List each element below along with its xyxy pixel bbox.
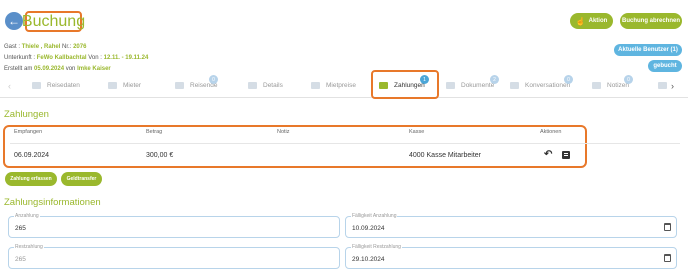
- booking-number: 2076: [73, 44, 87, 50]
- page-title: Buchung: [21, 12, 86, 30]
- user-icon: [108, 82, 117, 89]
- zahlung-erfassen-label: Zahlung erfassen: [10, 176, 52, 182]
- guest-info-line: Gast : Thiele , Rahel Nr.: 2076: [4, 44, 87, 50]
- restzahlung-value: 265: [15, 256, 26, 263]
- tab-notizen[interactable]: Notizen 0: [592, 75, 633, 89]
- anzahlung-value: 265: [15, 225, 26, 232]
- tab-mieter[interactable]: Mieter: [108, 82, 141, 89]
- created-date: 05.09.2024: [34, 66, 65, 72]
- table-header-divider: [10, 143, 680, 144]
- geldtransfer-label: Geldtransfer: [66, 176, 97, 182]
- calendar-icon[interactable]: [664, 254, 671, 262]
- faelligkeit-restzahlung-label: Fälligkeit Restzahlung: [351, 244, 402, 250]
- action-label: Aktion: [588, 18, 608, 24]
- tab-bar: ‹ Reisedaten Mieter Reisende 0 Details Mi…: [0, 75, 688, 98]
- zahlung-erfassen-button[interactable]: Zahlung erfassen: [5, 172, 57, 186]
- chat-icon: [510, 82, 519, 89]
- zahlungen-title: Zahlungen: [4, 109, 49, 120]
- restzahlung-field[interactable]: Restzahlung 265: [8, 244, 340, 269]
- col-betrag: Betrag: [146, 129, 163, 135]
- document-icon: [248, 82, 257, 89]
- row-betrag: 300,00 €: [146, 152, 174, 159]
- date-range: 12.11. - 19.11.24: [103, 55, 149, 61]
- tab-reisende-badge: 0: [209, 75, 218, 84]
- tab-mietpreise[interactable]: Mietpreise: [311, 82, 356, 89]
- faelligkeit-anzahlung-label: Fälligkeit Anzahlung: [351, 213, 398, 219]
- calendar-icon: [32, 82, 41, 89]
- tab-dokumente[interactable]: Dokumente 2: [446, 75, 499, 89]
- row-empfangen: 06.09.2024: [14, 152, 50, 159]
- payments-table-highlight: [3, 125, 587, 168]
- guest-name[interactable]: Thiele , Rahel: [22, 44, 61, 50]
- tab-details[interactable]: Details: [248, 82, 283, 89]
- calendar-icon[interactable]: [664, 223, 671, 231]
- tab-reisende[interactable]: Reisende 0: [175, 75, 218, 89]
- col-kasse: Kasse: [409, 129, 425, 135]
- created-info-line: Erstellt am 05.09.2024 von Imke Kaiser: [4, 66, 111, 72]
- active-tab-highlight: [371, 70, 439, 99]
- tab-reisedaten[interactable]: Reisedaten: [32, 82, 80, 89]
- restzahlung-label: Restzahlung: [14, 244, 44, 250]
- back-button[interactable]: ←: [5, 12, 23, 30]
- current-users-label: Aktuelle Benutzer (1): [618, 47, 678, 53]
- tab-konversationen[interactable]: Konversationen 0: [510, 75, 573, 89]
- more-icon: [658, 82, 667, 89]
- buchung-abrechnen-label: Buchung abrechnen: [621, 18, 680, 24]
- tab-dokumente-badge: 2: [490, 75, 499, 84]
- tabs-scroll-right-icon[interactable]: ›: [671, 81, 674, 91]
- tab-konversationen-badge: 0: [564, 75, 573, 84]
- arrow-left-icon: ←: [8, 14, 20, 28]
- file-icon: [446, 82, 455, 89]
- created-by: Imke Kaiser: [77, 66, 111, 72]
- users-icon: [175, 82, 184, 89]
- current-users-button[interactable]: Aktuelle Benutzer (1): [614, 44, 682, 56]
- hand-icon: ☝: [575, 16, 586, 26]
- price-icon: [311, 82, 320, 89]
- faelligkeit-anzahlung-value: 10.09.2024: [352, 225, 385, 232]
- page-title-box: Buchung: [21, 11, 86, 32]
- anzahlung-field[interactable]: Anzahlung 265: [8, 213, 340, 238]
- action-button[interactable]: ☝ Aktion: [570, 13, 613, 29]
- undo-icon[interactable]: ↶: [544, 149, 552, 160]
- geldtransfer-button[interactable]: Geldtransfer: [61, 172, 102, 186]
- row-kasse: 4000 Kasse Mitarbeiter: [409, 152, 481, 159]
- faelligkeit-restzahlung-value: 29.10.2024: [352, 256, 385, 263]
- anzahlung-label: Anzahlung: [14, 213, 40, 219]
- status-gebucht-button[interactable]: gebucht: [648, 60, 682, 72]
- col-empfangen: Empfangen: [14, 129, 43, 135]
- tabs-scroll-left-icon[interactable]: ‹: [8, 81, 11, 91]
- zahlungsinformationen-title: Zahlungsinformationen: [4, 197, 101, 208]
- status-gebucht-label: gebucht: [653, 63, 677, 69]
- faelligkeit-restzahlung-field[interactable]: Fälligkeit Restzahlung 29.10.2024: [345, 244, 677, 269]
- faelligkeit-anzahlung-field[interactable]: Fälligkeit Anzahlung 10.09.2024: [345, 213, 677, 238]
- tab-notizen-badge: 0: [624, 75, 633, 84]
- accommodation-info-line: Unterkunft : FeWo Kallbachtal Von : 12.1…: [4, 55, 149, 61]
- buchung-abrechnen-button[interactable]: Buchung abrechnen: [620, 13, 682, 29]
- col-aktionen: Aktionen: [540, 129, 562, 135]
- note-icon: [592, 82, 601, 89]
- col-notiz: Notiz: [277, 129, 290, 135]
- receipt-icon[interactable]: [562, 151, 570, 159]
- accommodation-name[interactable]: FeWo Kallbachtal: [37, 55, 87, 61]
